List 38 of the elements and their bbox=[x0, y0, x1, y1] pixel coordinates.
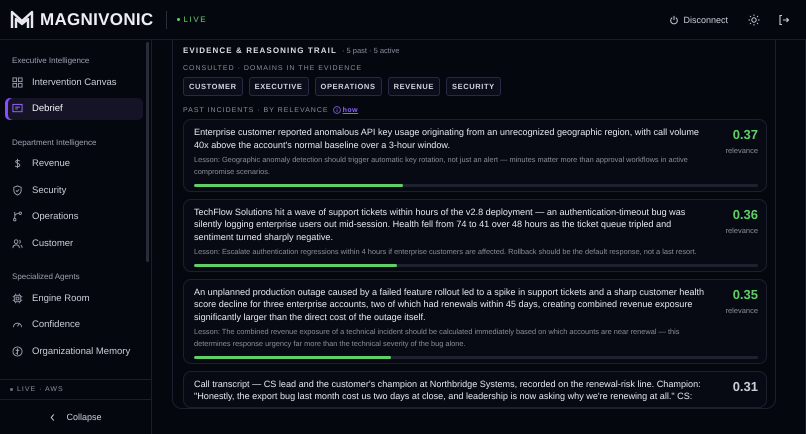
branch-icon bbox=[12, 211, 23, 222]
incident-description: Call transcript — CS lead and the customer's champion at Northbridge Systems, recorded on the renewal-risk line. Champion: "Honestly, the export bug last month cost us two days at close, and leadership is now asking why we're renewing at all." CS: bbox=[194, 378, 702, 402]
nav-item[interactable]: Confidence bbox=[5, 314, 143, 336]
relevance-score: 0.36 bbox=[732, 206, 758, 222]
nav-item[interactable]: Engine Room bbox=[5, 287, 143, 309]
incident-description: TechFlow Solutions hit a wave of support tickets within hours of the v2.8 deployment — an authentication-timeout bug was silently logging enterprise users out mid-session. Health fell from 74 to 41 over 48 hours as the ticket queue tripled and sentiment turned sharply negative. bbox=[194, 206, 686, 243]
users-icon bbox=[12, 238, 23, 248]
nav-item[interactable]: Operations bbox=[5, 206, 143, 228]
relevance-score: 0.37 bbox=[732, 127, 758, 142]
shield-icon bbox=[12, 184, 23, 196]
panel-title: EVIDENCE & REASONING TRAIL bbox=[183, 46, 337, 55]
logout-icon[interactable] bbox=[778, 14, 790, 26]
section-title: Specialized Agents bbox=[11, 271, 81, 283]
section-title: Executive Intelligence bbox=[11, 55, 90, 67]
chat-icon bbox=[12, 103, 23, 114]
collapse-button[interactable]: Collapse bbox=[0, 400, 151, 434]
live-status: LIVE bbox=[176, 15, 208, 24]
nav-item[interactable]: Revenue bbox=[5, 152, 143, 174]
relevance-score: 0.31 bbox=[732, 378, 758, 394]
incident-description: An unplanned production outage caused by a failed feature rollout led to a spike in support tickets and a sharp customer health score decline for three enterprise accounts, two of which had renewals within 45 days, creating combined revenue exposure significantly larger than the direct cost of the outage itself. bbox=[194, 286, 706, 323]
incident-description: Enterprise customer reported anomalous API key usage originating from an unrecognized geographic region, with call volume 40x above the account's normal baseline over a 3-hour window. bbox=[194, 126, 700, 151]
brand-name: MAGNIVONIC bbox=[40, 10, 154, 30]
nav-item[interactable]: Customer bbox=[5, 232, 143, 254]
nav-item[interactable]: Intervention Canvas bbox=[5, 71, 143, 93]
nav-item[interactable]: Security bbox=[5, 179, 143, 201]
info-icon bbox=[332, 106, 341, 114]
relevance-score: 0.35 bbox=[732, 286, 758, 302]
nav-item[interactable]: Organizational Memory bbox=[5, 340, 143, 362]
nav-item[interactable]: Debrief bbox=[5, 98, 143, 120]
chip-icon bbox=[12, 292, 23, 304]
power-icon bbox=[669, 14, 680, 24]
disconnect-button[interactable]: Disconnect bbox=[667, 12, 730, 26]
dollar-icon bbox=[12, 158, 23, 169]
logo-icon bbox=[10, 10, 34, 30]
chevron-left-icon bbox=[49, 412, 56, 422]
section-title: Department Intelligence bbox=[11, 136, 98, 149]
grid-icon bbox=[12, 76, 23, 88]
theme-toggle-icon[interactable] bbox=[748, 14, 760, 26]
